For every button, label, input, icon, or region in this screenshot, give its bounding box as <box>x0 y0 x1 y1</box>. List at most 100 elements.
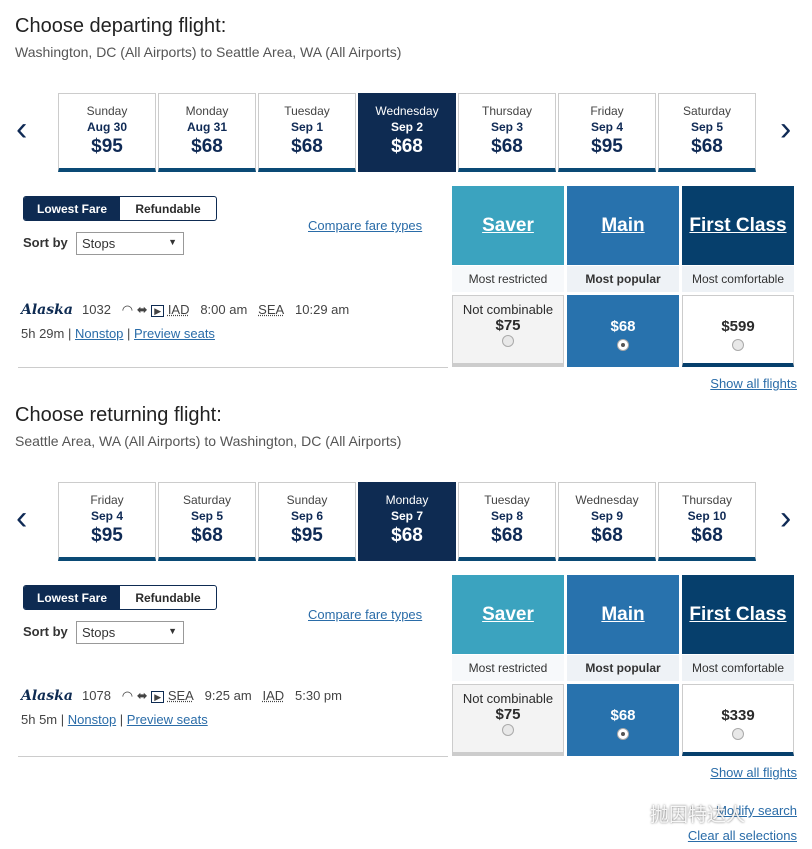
arrive-time: 5:30 pm <box>295 688 342 703</box>
main-radio[interactable] <box>617 728 629 740</box>
sort-select[interactable]: Stops ▼ <box>76 621 184 644</box>
clear-all-selections-link[interactable]: Clear all selections <box>688 828 797 843</box>
first-price: $599 <box>721 318 755 335</box>
refundable-tab[interactable]: Refundable <box>120 197 216 220</box>
date-price: $68 <box>691 136 723 157</box>
date-tile[interactable]: Thursday Sep 10 $68 <box>658 482 756 561</box>
power-icon: ⬌ <box>136 302 148 317</box>
chevron-down-icon: ▼ <box>168 237 177 247</box>
departing-section: Choose departing flight: Washington, DC … <box>0 0 812 391</box>
date-tile[interactable]: Wednesday Sep 2 $68 <box>358 93 456 172</box>
date-date: Sep 8 <box>490 509 523 523</box>
power-icon: ⬌ <box>136 688 148 703</box>
date-tile[interactable]: Wednesday Sep 9 $68 <box>558 482 656 561</box>
first-radio[interactable] <box>732 339 744 351</box>
date-day: Saturday <box>182 493 232 507</box>
saver-subtitle: Most restricted <box>452 655 564 681</box>
main-fare-option[interactable]: $68 <box>567 684 679 756</box>
nonstop-link[interactable]: Nonstop <box>75 326 123 341</box>
saver-subtitle: Most restricted <box>452 266 564 292</box>
first-radio[interactable] <box>732 728 744 740</box>
next-dates-chevron-icon[interactable]: › <box>780 110 791 149</box>
main-header[interactable]: Main <box>567 575 679 654</box>
saver-radio[interactable] <box>502 724 514 736</box>
saver-header[interactable]: Saver <box>452 575 564 654</box>
main-radio[interactable] <box>617 339 629 351</box>
prev-dates-chevron-icon[interactable]: ‹ <box>16 110 27 149</box>
alaska-logo: Alaska <box>21 302 73 318</box>
date-tile[interactable]: Sunday Sep 6 $95 <box>258 482 356 561</box>
date-tile[interactable]: Monday Sep 7 $68 <box>358 482 456 561</box>
next-dates-chevron-icon[interactable]: › <box>780 499 791 538</box>
duration: 5h 5m <box>21 712 58 727</box>
preview-seats-link[interactable]: Preview seats <box>134 326 215 341</box>
date-tile[interactable]: Tuesday Sep 8 $68 <box>458 482 556 561</box>
saver-header[interactable]: Saver <box>452 186 564 265</box>
preview-seats-link[interactable]: Preview seats <box>127 712 208 727</box>
lowest-fare-tab[interactable]: Lowest Fare <box>24 197 120 220</box>
date-tile[interactable]: Saturday Sep 5 $68 <box>658 93 756 172</box>
compare-fare-types-link[interactable]: Compare fare types <box>308 607 422 622</box>
date-price: $68 <box>191 136 223 157</box>
main-fare-option[interactable]: $68 <box>567 295 679 367</box>
date-day: Wednesday <box>575 493 639 507</box>
refundable-tab[interactable]: Refundable <box>120 586 216 609</box>
video-icon: ▶ <box>151 691 165 703</box>
date-price: $68 <box>491 525 523 546</box>
main-price: $68 <box>610 318 636 335</box>
saver-radio[interactable] <box>502 335 514 347</box>
section-title: Choose departing flight: <box>15 15 227 37</box>
date-price: $68 <box>491 136 523 157</box>
saver-fare-option[interactable]: Not combinable $75 <box>452 684 564 756</box>
prev-dates-chevron-icon[interactable]: ‹ <box>16 499 27 538</box>
date-tile[interactable]: Sunday Aug 30 $95 <box>58 93 156 172</box>
fare-toggle: Lowest Fare Refundable <box>23 585 217 610</box>
first-fare-option[interactable]: $599 <box>682 295 794 367</box>
date-price: $68 <box>191 525 223 546</box>
date-tile[interactable]: Friday Sep 4 $95 <box>58 482 156 561</box>
sort-value: Stops <box>82 625 116 640</box>
sort-label: Sort by <box>23 235 68 250</box>
origin-airport: IAD <box>167 302 190 317</box>
alaska-logo: Alaska <box>21 688 73 704</box>
date-day: Monday <box>385 493 429 507</box>
destination-airport: SEA <box>258 302 285 317</box>
show-all-flights-link[interactable]: Show all flights <box>710 765 797 780</box>
destination-airport: IAD <box>262 688 285 703</box>
first-class-header[interactable]: First Class <box>682 186 794 265</box>
date-tile[interactable]: Tuesday Sep 1 $68 <box>258 93 356 172</box>
first-class-header[interactable]: First Class <box>682 575 794 654</box>
nonstop-link[interactable]: Nonstop <box>68 712 116 727</box>
arrive-time: 10:29 am <box>295 302 350 317</box>
compare-fare-types-link[interactable]: Compare fare types <box>308 218 422 233</box>
duration: 5h 29m <box>21 326 65 341</box>
route-subtitle: Seattle Area, WA (All Airports) to Washi… <box>15 433 402 449</box>
saver-fare-option[interactable]: Not combinable $75 <box>452 295 564 367</box>
main-header[interactable]: Main <box>567 186 679 265</box>
watermark: 抛因特达人 <box>650 805 746 826</box>
date-day: Thursday <box>681 493 733 507</box>
not-combinable-label: Not combinable <box>462 691 554 706</box>
date-tile[interactable]: Friday Sep 4 $95 <box>558 93 656 172</box>
date-date: Sep 3 <box>490 120 523 134</box>
not-combinable-label: Not combinable <box>462 302 554 317</box>
saver-price: $75 <box>495 706 521 723</box>
first-subtitle: Most comfortable <box>682 655 794 681</box>
route-subtitle: Washington, DC (All Airports) to Seattle… <box>15 44 402 60</box>
fare-toggle: Lowest Fare Refundable <box>23 196 217 221</box>
date-tile[interactable]: Monday Aug 31 $68 <box>158 93 256 172</box>
date-date: Sep 7 <box>390 509 423 523</box>
depart-time: 9:25 am <box>204 688 252 703</box>
sort-select[interactable]: Stops ▼ <box>76 232 184 255</box>
date-price: $95 <box>91 136 123 157</box>
first-price: $339 <box>721 707 755 724</box>
date-price: $68 <box>591 525 623 546</box>
date-day: Monday <box>185 104 229 118</box>
date-date: Sep 10 <box>687 509 727 523</box>
date-tile[interactable]: Thursday Sep 3 $68 <box>458 93 556 172</box>
date-day: Tuesday <box>284 104 330 118</box>
date-tile[interactable]: Saturday Sep 5 $68 <box>158 482 256 561</box>
lowest-fare-tab[interactable]: Lowest Fare <box>24 586 120 609</box>
wifi-icon: ◠ <box>121 688 134 703</box>
first-fare-option[interactable]: $339 <box>682 684 794 756</box>
